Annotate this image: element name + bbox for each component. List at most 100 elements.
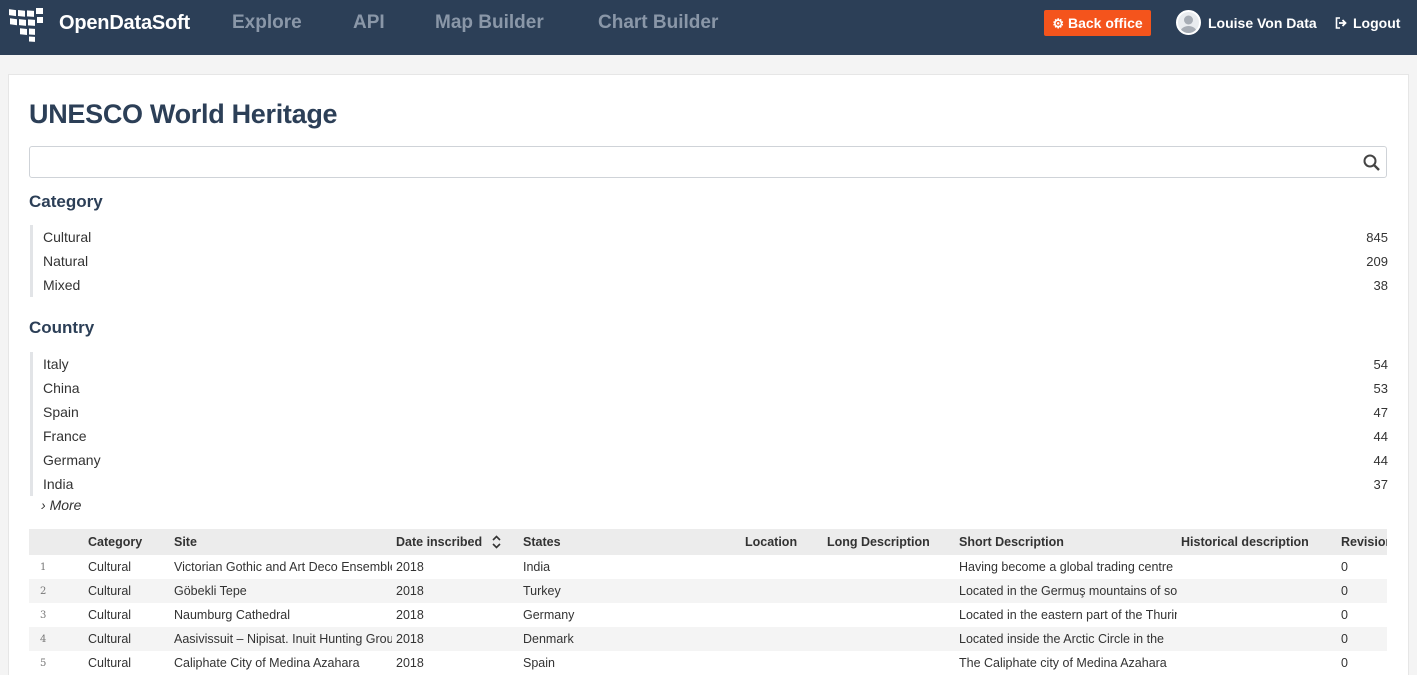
facet-item-label: Mixed xyxy=(43,277,81,293)
nav-map-builder[interactable]: Map Builder xyxy=(435,12,544,34)
cell-historical-description xyxy=(1177,579,1337,603)
table-row[interactable]: 1 Cultural Victorian Gothic and Art Deco… xyxy=(29,555,1387,579)
facet-item-count: 54 xyxy=(1373,356,1388,372)
column-header-location[interactable]: Location xyxy=(741,529,823,555)
table-row[interactable]: 3 Cultural Naumburg Cathedral 2018 Germa… xyxy=(29,603,1387,627)
cell-location xyxy=(741,579,823,603)
cell-long-description xyxy=(823,555,955,579)
nav-explore[interactable]: Explore xyxy=(232,12,302,34)
cell-location xyxy=(741,555,823,579)
cell-historical-description xyxy=(1177,555,1337,579)
cell-revision: 0 xyxy=(1341,584,1348,598)
cell-date-inscribed: 2018 xyxy=(396,608,424,622)
facet-item-label: Cultural xyxy=(43,229,92,245)
column-header-short-description[interactable]: Short Description xyxy=(955,529,1177,555)
column-header-long-description[interactable]: Long Description xyxy=(823,529,955,555)
facet-item-china[interactable]: China 53 xyxy=(33,376,1388,400)
column-header-site[interactable]: Site xyxy=(170,529,392,555)
facet-item-label: China xyxy=(43,380,80,396)
cell-site: Aasivissuit – Nipisat. Inuit Hunting Gro… xyxy=(174,632,392,646)
cell-long-description xyxy=(823,579,955,603)
cell-site: Naumburg Cathedral xyxy=(174,608,291,622)
facet-item-mixed[interactable]: Mixed 38 xyxy=(33,273,1388,297)
records-table: Category Site Date inscribed States Loca… xyxy=(29,529,1387,675)
cell-category: Cultural xyxy=(88,656,132,670)
row-number: 2 xyxy=(40,585,47,597)
nav-api[interactable]: API xyxy=(353,12,385,34)
cell-revision: 0 xyxy=(1341,656,1348,670)
facet-item-count: 38 xyxy=(1373,277,1388,293)
cell-date-inscribed: 2018 xyxy=(396,584,424,598)
facet-more-link[interactable]: › More xyxy=(41,497,81,513)
facet-title-category: Category xyxy=(29,192,103,211)
row-number: 3 xyxy=(40,609,47,621)
row-number: 5 xyxy=(40,657,47,669)
facet-item-germany[interactable]: Germany 44 xyxy=(33,448,1388,472)
cell-location xyxy=(741,627,823,651)
facet-item-count: 47 xyxy=(1373,404,1388,420)
cell-category: Cultural xyxy=(88,584,132,598)
sort-icon[interactable] xyxy=(492,535,501,549)
top-nav-bar: OpenDataSoft Explore API Map Builder Cha… xyxy=(0,0,1417,55)
table-row[interactable]: 5 Cultural Caliphate City of Medina Azah… xyxy=(29,651,1387,675)
back-office-label: Back office xyxy=(1067,15,1143,31)
cell-historical-description xyxy=(1177,651,1337,675)
facet-item-count: 37 xyxy=(1373,476,1388,492)
brand-name[interactable]: OpenDataSoft xyxy=(59,12,190,35)
table-row[interactable]: 2 Cultural Göbekli Tepe 2018 Turkey Loca… xyxy=(29,579,1387,603)
cell-category: Cultural xyxy=(88,608,132,622)
facet-title-country: Country xyxy=(29,318,95,337)
avatar-icon[interactable] xyxy=(1176,10,1201,35)
column-header-category[interactable]: Category xyxy=(84,529,170,555)
table-header-row: Category Site Date inscribed States Loca… xyxy=(29,529,1387,555)
nav-chart-builder[interactable]: Chart Builder xyxy=(598,12,718,34)
facet-item-label: India xyxy=(43,476,74,492)
logout-icon xyxy=(1335,17,1347,29)
facet-item-cultural[interactable]: Cultural 845 xyxy=(33,225,1388,249)
column-header-historical-description[interactable]: Historical description xyxy=(1177,529,1337,555)
logo-icon[interactable] xyxy=(8,6,48,44)
cell-site: Victorian Gothic and Art Deco Ensembles … xyxy=(174,560,392,574)
facet-list-country: Italy 54 China 53 Spain 47 France 44 Ger… xyxy=(30,352,1388,496)
cell-revision: 0 xyxy=(1341,632,1348,646)
facet-item-italy[interactable]: Italy 54 xyxy=(33,352,1388,376)
facet-more-label: More xyxy=(49,497,82,513)
cell-states: Germany xyxy=(523,608,575,622)
logout-label: Logout xyxy=(1353,15,1401,31)
facet-item-label: Italy xyxy=(43,356,69,372)
cell-location xyxy=(741,651,823,675)
column-header-states[interactable]: States xyxy=(519,529,741,555)
facet-item-natural[interactable]: Natural 209 xyxy=(33,249,1388,273)
cell-short-description: Located inside the Arctic Circle in the xyxy=(959,632,1164,646)
facet-item-france[interactable]: France 44 xyxy=(33,424,1388,448)
logout-button[interactable]: Logout xyxy=(1335,15,1400,31)
column-header-revision[interactable]: Revision xyxy=(1337,529,1387,555)
facet-item-spain[interactable]: Spain 47 xyxy=(33,400,1388,424)
cell-long-description xyxy=(823,627,955,651)
facet-item-label: France xyxy=(43,428,87,444)
column-header-date-inscribed[interactable]: Date inscribed xyxy=(392,529,519,555)
facet-item-count: 44 xyxy=(1373,428,1388,444)
cell-site: Göbekli Tepe xyxy=(174,584,247,598)
cell-historical-description xyxy=(1177,603,1337,627)
facet-item-india[interactable]: India 37 xyxy=(33,472,1388,496)
cell-long-description xyxy=(823,651,955,675)
chevron-right-icon: › xyxy=(41,497,46,513)
facet-list-category: Cultural 845 Natural 209 Mixed 38 xyxy=(30,225,1388,297)
cell-short-description: Having become a global trading centre xyxy=(959,560,1174,574)
table-row[interactable]: 4 Cultural Aasivissuit – Nipisat. Inuit … xyxy=(29,627,1387,651)
column-header-label: Date inscribed xyxy=(396,534,483,549)
cell-date-inscribed: 2018 xyxy=(396,560,424,574)
cell-historical-description xyxy=(1177,627,1337,651)
user-name[interactable]: Louise Von Data xyxy=(1208,15,1317,31)
cell-date-inscribed: 2018 xyxy=(396,632,424,646)
cell-states: India xyxy=(523,560,551,574)
search-icon[interactable] xyxy=(1362,153,1382,173)
facet-item-count: 845 xyxy=(1366,229,1388,245)
back-office-button[interactable]: ⚙ Back office xyxy=(1044,10,1151,36)
cell-states: Spain xyxy=(523,656,555,670)
facet-item-label: Spain xyxy=(43,404,79,420)
cell-revision: 0 xyxy=(1341,560,1348,574)
cell-long-description xyxy=(823,603,955,627)
search-input[interactable] xyxy=(29,146,1387,178)
